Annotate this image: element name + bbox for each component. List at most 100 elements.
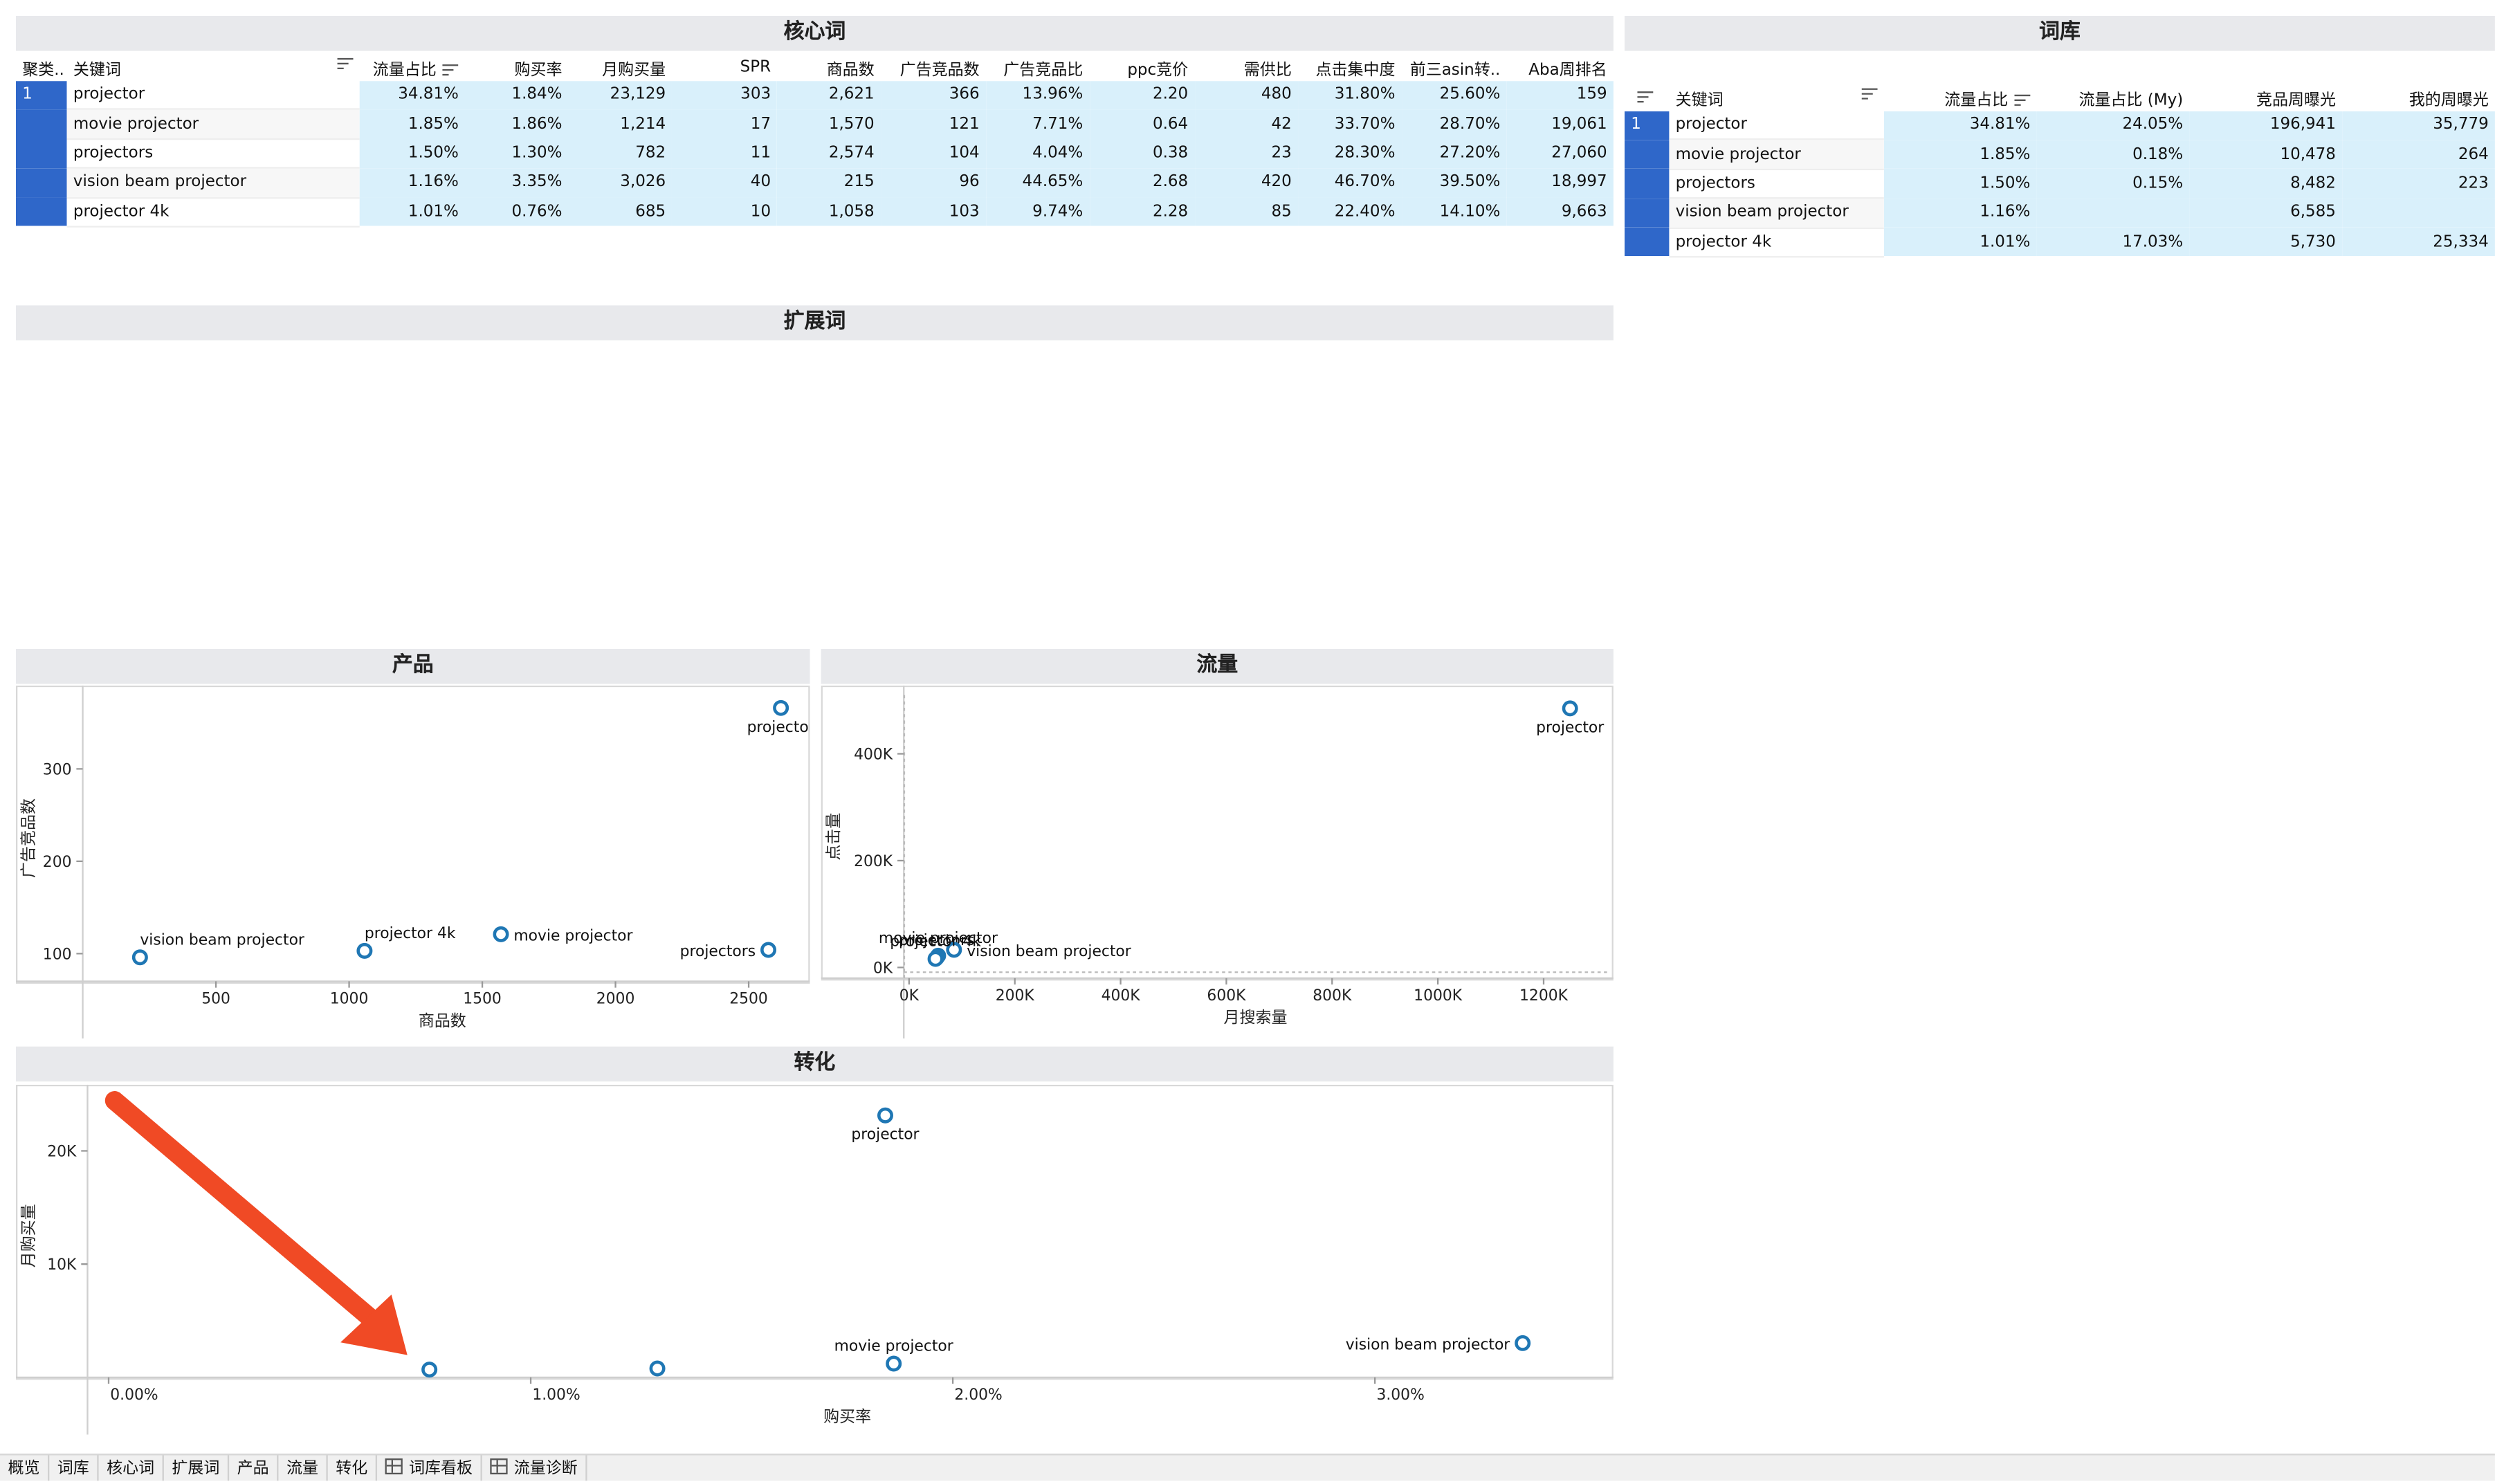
library-col-header[interactable]: 我的周曝光: [2342, 83, 2495, 111]
sort-icon[interactable]: [442, 63, 459, 75]
scatter-point[interactable]: [649, 1360, 666, 1377]
sort-icon[interactable]: [1861, 86, 1878, 99]
scatter-point[interactable]: [773, 699, 789, 716]
sheet-tab[interactable]: 核心词: [99, 1455, 164, 1481]
sheet-tab[interactable]: 词库看板: [377, 1455, 482, 1481]
table-row[interactable]: projectors 1.50% 1.30% 782 11 2,574 104 4.04% 0.…: [15, 138, 1614, 170]
scatter-point[interactable]: [877, 1107, 893, 1124]
scatter-point[interactable]: [886, 1355, 902, 1372]
cluster-cell: [1624, 198, 1670, 228]
metric-cell: 303: [672, 81, 778, 110]
scatter-point[interactable]: [1562, 700, 1578, 717]
core-col-header[interactable]: 购买率: [465, 53, 569, 81]
library-col-header[interactable]: 关键词: [1669, 83, 1883, 111]
cluster-cell: [1624, 140, 1670, 170]
x-tick-label: 2500: [729, 991, 768, 1008]
scatter-point[interactable]: [1515, 1335, 1531, 1351]
sort-icon[interactable]: [338, 57, 354, 69]
keyword-cell[interactable]: projector 4k: [1669, 227, 1884, 258]
core-col-header[interactable]: 流量占比: [360, 53, 465, 81]
core-col-header[interactable]: 前三asin转..: [1402, 53, 1507, 81]
core-col-header[interactable]: 月购买量: [569, 53, 673, 81]
keyword-cell[interactable]: vision beam projector: [1669, 198, 1884, 229]
keyword-cell[interactable]: movie projector: [1669, 140, 1884, 170]
sheet-tab[interactable]: 产品: [229, 1455, 279, 1481]
library-col-header[interactable]: 流量占比: [1884, 83, 2037, 111]
scatter-point[interactable]: [927, 951, 944, 967]
keyword-cell[interactable]: projector: [1669, 111, 1884, 141]
metric-cell: 18,997: [1506, 167, 1614, 198]
keyword-cell[interactable]: projector: [66, 81, 360, 111]
table-row[interactable]: vision beam projector 1.16% 3.35% 3,026 40 21…: [15, 167, 1614, 199]
metric-cell: 104: [880, 138, 986, 168]
core-col-header[interactable]: 聚类..: [16, 53, 67, 81]
sheet-tab[interactable]: 词库: [49, 1455, 99, 1481]
table-row[interactable]: 1 projector 34.81% 24.05% 196,941 35,779: [1624, 111, 2495, 141]
library-col-header[interactable]: 竞品周曝光: [2189, 83, 2342, 111]
header-label: ppc竞价: [1127, 61, 1189, 79]
metric-cell: 24.05%: [2036, 111, 2190, 140]
core-col-header[interactable]: 广告竞品数: [881, 53, 986, 81]
table-row[interactable]: vision beam projector 1.16% 6,585: [1624, 198, 2495, 229]
metric-cell: 42: [1194, 109, 1299, 139]
cluster-cell: [1624, 169, 1670, 199]
header-label: 关键词: [1675, 91, 1724, 109]
metric-cell: 1.16%: [360, 167, 466, 198]
x-tick-label: 0K: [899, 987, 920, 1005]
library-col-header[interactable]: [1625, 83, 1669, 111]
keyword-cell[interactable]: projectors: [66, 138, 360, 170]
sheet-tab[interactable]: 流量诊断: [482, 1455, 587, 1481]
scatter-point[interactable]: [356, 942, 373, 959]
x-tick-label: 1.00%: [532, 1386, 580, 1404]
core-col-header[interactable]: 关键词: [67, 53, 360, 81]
library-col-header[interactable]: 流量占比 (My): [2037, 83, 2190, 111]
metric-cell: 22.40%: [1298, 197, 1402, 227]
table-row[interactable]: movie projector 1.85% 1.86% 1,214 17 1,570 121…: [15, 109, 1614, 140]
scatter-point[interactable]: [131, 949, 148, 966]
metric-cell: 420: [1194, 167, 1299, 198]
sort-icon[interactable]: [1637, 90, 1654, 102]
metric-cell: 23: [1194, 138, 1299, 168]
scatter-point[interactable]: [760, 942, 777, 958]
core-col-header[interactable]: Aba周排名: [1507, 53, 1614, 81]
metric-cell: 196,941: [2189, 111, 2343, 140]
metric-cell: 85: [1194, 197, 1299, 227]
keyword-cell[interactable]: movie projector: [66, 109, 360, 140]
table-row[interactable]: projector 4k 1.01% 0.76% 685 10 1,058 103 9.74%…: [15, 197, 1614, 228]
x-tick-label: 0.00%: [110, 1386, 158, 1404]
core-col-header[interactable]: SPR: [672, 53, 777, 81]
metric-cell: 0.64: [1089, 109, 1195, 139]
core-col-header[interactable]: 广告竞品比: [986, 53, 1090, 81]
header-label: 流量占比 (My): [2078, 91, 2184, 109]
metric-cell: 264: [2342, 140, 2495, 170]
x-tick-label: 800K: [1313, 987, 1352, 1005]
table-row[interactable]: projectors 1.50% 0.15% 8,482 223: [1624, 169, 2495, 199]
core-col-header[interactable]: 商品数: [777, 53, 881, 81]
x-tick-label: 1500: [463, 991, 502, 1008]
sheet-tab-label: 核心词: [107, 1460, 155, 1478]
keyword-cell[interactable]: projectors: [1669, 169, 1884, 199]
sheet-tab[interactable]: 流量: [278, 1455, 328, 1481]
metric-cell: 2.68: [1089, 167, 1195, 198]
point-label: projector: [1536, 719, 1604, 736]
sheet-tab[interactable]: 概览: [0, 1455, 50, 1481]
metric-cell: 0.18%: [2036, 140, 2190, 170]
keyword-cell[interactable]: projector 4k: [66, 197, 360, 228]
table-row[interactable]: 1 projector 34.81% 1.84% 23,129 303 2,621 366 13…: [15, 81, 1614, 111]
core-col-header[interactable]: 需供比: [1194, 53, 1298, 81]
y-tick-label: 20K: [47, 1144, 77, 1161]
sheet-tab[interactable]: 转化: [328, 1455, 378, 1481]
point-label: projectors: [680, 943, 756, 960]
core-col-header[interactable]: ppc竞价: [1089, 53, 1194, 81]
metric-cell: 1.01%: [360, 197, 466, 227]
table-row[interactable]: movie projector 1.85% 0.18% 10,478 264: [1624, 140, 2495, 170]
header-label: 广告竞品比: [1003, 61, 1084, 79]
scatter-point[interactable]: [493, 926, 509, 942]
table-row[interactable]: projector 4k 1.01% 17.03% 5,730 25,334: [1624, 227, 2495, 258]
sort-icon[interactable]: [2014, 93, 2031, 105]
sheet-tab[interactable]: 扩展词: [164, 1455, 230, 1481]
y-axis-label: 月购买量: [19, 1204, 37, 1267]
keyword-cell[interactable]: vision beam projector: [66, 167, 360, 199]
metric-cell: 215: [777, 167, 881, 198]
core-col-header[interactable]: 点击集中度: [1298, 53, 1402, 81]
